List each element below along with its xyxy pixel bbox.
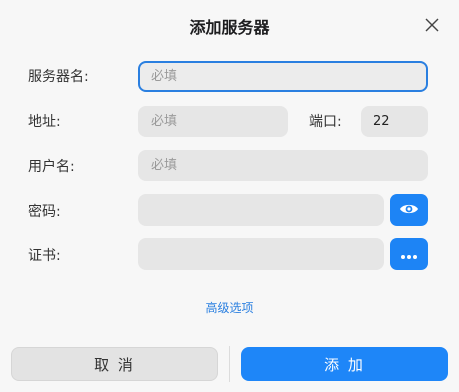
address-input[interactable]: 必填 [138,106,288,137]
more-icon [400,245,418,264]
cancel-button-label: 取 消 [94,355,135,374]
add-server-dialog: 添加服务器 服务器名: 必填 地址: 必填 端口: 22 用户名: 必填 密码: [0,0,459,392]
close-icon[interactable] [423,16,441,34]
certificate-input[interactable] [138,238,384,270]
address-label: 地址: [28,114,61,130]
port-value: 22 [373,114,390,129]
advanced-options-link[interactable]: 高级选项 [0,299,459,316]
dialog-title: 添加服务器 [189,18,270,37]
footer-divider [229,346,230,382]
add-button[interactable]: 添 加 [241,347,448,381]
server-name-placeholder: 必填 [151,69,178,84]
add-button-label: 添 加 [324,355,365,374]
browse-certificate-button[interactable] [390,238,428,270]
username-input[interactable]: 必填 [138,150,428,181]
port-label: 端口: [309,114,342,130]
show-password-button[interactable] [390,194,428,226]
username-label: 用户名: [28,159,75,175]
server-name-input[interactable]: 必填 [138,61,428,92]
port-input[interactable]: 22 [361,106,428,137]
eye-icon [399,201,419,220]
password-input[interactable] [138,194,384,226]
certificate-label: 证书: [28,248,61,264]
cancel-button[interactable]: 取 消 [11,347,218,381]
address-placeholder: 必填 [151,114,178,129]
username-placeholder: 必填 [151,158,178,173]
server-name-label: 服务器名: [28,69,89,85]
password-label: 密码: [28,204,61,220]
